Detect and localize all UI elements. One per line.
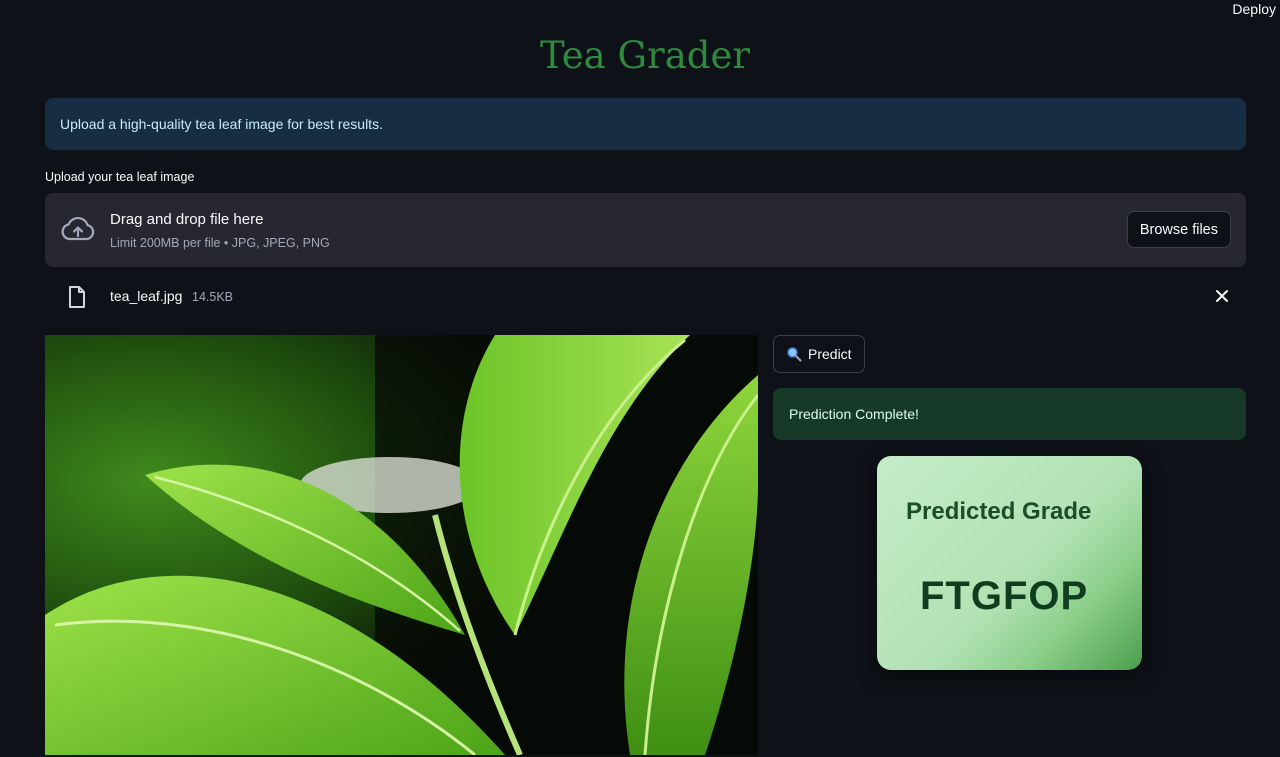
predict-button-label: Predict bbox=[808, 346, 852, 362]
remove-file-icon[interactable] bbox=[1212, 286, 1232, 306]
success-alert: Prediction Complete! bbox=[773, 388, 1246, 440]
file-icon bbox=[69, 286, 85, 308]
predicted-grade: FTGFOP bbox=[920, 574, 1089, 618]
tea-leaf-illustration bbox=[45, 335, 758, 755]
success-alert-text: Prediction Complete! bbox=[789, 406, 919, 422]
uploader-label: Upload your tea leaf image bbox=[45, 170, 195, 184]
magnifier-icon bbox=[787, 347, 802, 362]
file-size: 14.5KB bbox=[192, 290, 234, 304]
dropzone-title: Drag and drop file here bbox=[110, 211, 264, 228]
browse-files-button[interactable]: Browse files bbox=[1126, 211, 1231, 248]
info-alert: Upload a high-quality tea leaf image for… bbox=[45, 98, 1246, 150]
deploy-button[interactable]: Deploy bbox=[1230, 0, 1278, 18]
file-name: tea_leaf.jpg bbox=[110, 288, 183, 304]
grade-card: Predicted Grade FTGFOP bbox=[877, 456, 1142, 670]
uploaded-file-row: tea_leaf.jpg 14.5KB bbox=[45, 283, 1246, 311]
page-title: Tea Grader bbox=[539, 34, 751, 77]
info-alert-text: Upload a high-quality tea leaf image for… bbox=[60, 116, 383, 132]
dropzone-hint: Limit 200MB per file • JPG, JPEG, PNG bbox=[110, 236, 330, 250]
file-dropzone[interactable]: Drag and drop file here Limit 200MB per … bbox=[45, 193, 1246, 267]
cloud-upload-icon bbox=[61, 216, 95, 241]
tea-leaf-image bbox=[45, 335, 758, 755]
grade-card-label: Predicted Grade bbox=[906, 498, 1092, 525]
predict-button[interactable]: Predict bbox=[773, 335, 865, 373]
